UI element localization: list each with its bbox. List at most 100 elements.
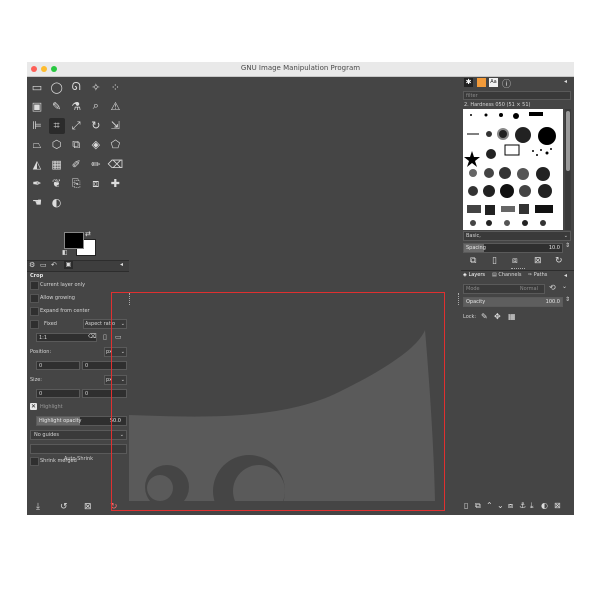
- raise-layer-icon[interactable]: ⌃: [486, 501, 493, 510]
- brush-actions-bar: ⧉ ▯ ⧈ ⊠ ↻: [461, 256, 574, 268]
- channels-tab-icon: ▤: [492, 272, 497, 278]
- crop-selection-rectangle[interactable]: [111, 292, 445, 511]
- position-x-input[interactable]: 0: [36, 361, 80, 370]
- unified-transform-icon[interactable]: ⤢: [68, 118, 84, 134]
- free-select-icon[interactable]: ᘏ: [68, 79, 84, 95]
- lock-position-icon[interactable]: ✥: [494, 312, 501, 321]
- lock-alpha-icon[interactable]: ▦: [508, 312, 516, 321]
- delete-layer-icon[interactable]: ⊠: [554, 501, 561, 510]
- select-by-color-icon[interactable]: ⁘: [107, 79, 123, 95]
- perspective-icon[interactable]: ⏢: [29, 137, 45, 153]
- merge-down-icon[interactable]: ⤓: [530, 501, 534, 511]
- brushes-tab-icon[interactable]: ✱: [464, 78, 473, 87]
- layers-list[interactable]: [461, 325, 574, 499]
- tool-options-tab-icon[interactable]: ⚙: [29, 261, 35, 269]
- spacing-slider[interactable]: Spacing 10.0: [463, 243, 563, 253]
- brush-preset-value: Basic,: [466, 233, 481, 239]
- foreground-select-icon[interactable]: ▣: [29, 98, 45, 114]
- brush-filter-input[interactable]: filter: [463, 91, 571, 100]
- size-w-input[interactable]: 0: [36, 389, 80, 398]
- tab-menu-icon[interactable]: ◂: [564, 78, 567, 85]
- patterns-tab-icon[interactable]: [477, 78, 486, 87]
- duplicate-layer-icon[interactable]: ⧈: [508, 501, 513, 511]
- refresh-brushes-icon[interactable]: ↻: [555, 256, 563, 266]
- lower-layer-icon[interactable]: ⌄: [497, 501, 504, 510]
- images-tab-icon[interactable]: ▣: [64, 261, 73, 269]
- current-layer-only-label: Current layer only: [40, 282, 86, 288]
- help-tab-icon[interactable]: ⓘ: [502, 77, 511, 90]
- tab-paths[interactable]: ✑ Paths: [528, 272, 547, 278]
- highlight-checkbox[interactable]: ✕: [30, 403, 37, 410]
- delete-brush-icon[interactable]: ⊠: [534, 256, 542, 266]
- delete-options-icon[interactable]: ⊠: [84, 502, 92, 512]
- tab-layers[interactable]: ◈ Layers: [463, 272, 485, 278]
- restore-options-icon[interactable]: ↺: [60, 502, 68, 512]
- undo-history-tab-icon[interactable]: ↶: [51, 261, 57, 269]
- dodge-burn-icon[interactable]: ◐: [49, 195, 65, 211]
- chevron-down-icon[interactable]: ⌄: [562, 283, 567, 290]
- heal-icon[interactable]: ✚: [107, 176, 123, 192]
- tab-menu-icon[interactable]: ◂: [564, 272, 567, 279]
- align-icon[interactable]: ⊫: [29, 118, 45, 134]
- gradient-icon[interactable]: ▦: [49, 156, 65, 172]
- layer-mask-icon[interactable]: ◐: [541, 501, 548, 510]
- switch-mode-icon[interactable]: ⟲: [549, 283, 556, 292]
- measure-icon[interactable]: ⚠: [107, 98, 123, 114]
- tab-channels[interactable]: ▤ Channels: [492, 272, 521, 278]
- duplicate-brush-icon[interactable]: ⧈: [512, 256, 518, 266]
- new-layer-icon[interactable]: ▯: [464, 501, 468, 510]
- handle-transform-icon[interactable]: ◈: [88, 137, 104, 153]
- spacing-stepper-icon[interactable]: ⇕: [565, 242, 570, 249]
- scale-icon[interactable]: ⇲: [107, 118, 123, 134]
- save-options-icon[interactable]: ⤓: [36, 502, 40, 512]
- 3d-transform-icon[interactable]: ⬡: [49, 137, 65, 153]
- brush-as-image-icon[interactable]: ⧉: [470, 256, 476, 266]
- fuzzy-select-icon[interactable]: ✧: [88, 79, 104, 95]
- brush-grid-scrollbar[interactable]: [565, 109, 571, 230]
- portrait-icon[interactable]: ▯: [103, 333, 107, 341]
- current-brush-name: 2. Hardness 050 (51 × 51): [464, 102, 531, 108]
- tab-menu-icon[interactable]: ◂: [120, 261, 123, 268]
- clone-icon[interactable]: ⎘: [68, 176, 84, 192]
- pencil-icon[interactable]: ✏: [88, 156, 104, 172]
- brush-preset-select[interactable]: Basic, ⌄: [463, 231, 571, 241]
- warp-transform-icon[interactable]: ⧉: [68, 137, 84, 153]
- clear-ratio-icon[interactable]: ⌫: [88, 333, 96, 340]
- lock-pixels-icon[interactable]: ✎: [481, 312, 488, 321]
- brush-grid-scroll-thumb[interactable]: [566, 111, 570, 171]
- bucket-fill-icon[interactable]: ◭: [29, 156, 45, 172]
- layer-mode-select[interactable]: Mode Normal: [463, 284, 545, 294]
- shrink-merged-checkbox[interactable]: [30, 457, 39, 466]
- ink-icon[interactable]: ✒: [29, 176, 45, 192]
- current-layer-only-checkbox[interactable]: [30, 281, 39, 290]
- expand-from-center-checkbox[interactable]: [30, 307, 39, 316]
- rect-select-icon[interactable]: ▭: [29, 79, 45, 95]
- layer-opacity-slider[interactable]: Opacity 100.0: [463, 297, 563, 307]
- swap-colors-icon[interactable]: ⇄: [85, 230, 91, 238]
- right-dock: ✱ Aa ⓘ ◂ filter 2. Hardness 050 (51 × 51…: [461, 77, 574, 515]
- fixed-checkbox[interactable]: [30, 320, 39, 329]
- zoom-icon[interactable]: ⌕: [88, 98, 104, 114]
- eraser-icon[interactable]: ⌫: [107, 156, 124, 172]
- layer-mode-value: Normal: [519, 286, 538, 292]
- new-brush-icon[interactable]: ▯: [492, 256, 497, 266]
- paintbrush-icon[interactable]: ✐: [68, 156, 84, 172]
- color-picker-icon[interactable]: ⚗: [68, 98, 84, 114]
- default-colors-icon[interactable]: ◧: [62, 249, 68, 256]
- anchor-layer-icon[interactable]: ⚓: [519, 501, 526, 510]
- smudge-icon[interactable]: ☚: [29, 195, 45, 211]
- fonts-tab-icon[interactable]: Aa: [489, 78, 498, 87]
- opacity-stepper-icon[interactable]: ⇕: [565, 296, 570, 303]
- ellipse-select-icon[interactable]: ◯: [49, 79, 65, 95]
- paths-icon[interactable]: ✎: [49, 98, 65, 114]
- device-status-tab-icon[interactable]: ▭: [40, 261, 47, 269]
- foreground-color-swatch[interactable]: [64, 232, 84, 249]
- rotate-icon[interactable]: ↻: [88, 118, 104, 134]
- cage-transform-icon[interactable]: ⬠: [107, 137, 123, 153]
- perspective-clone-icon[interactable]: ⧈: [88, 176, 104, 192]
- mypaint-brush-icon[interactable]: ❦: [49, 176, 65, 192]
- crop-icon[interactable]: ⌗: [48, 117, 65, 134]
- brush-grid[interactable]: [463, 109, 563, 230]
- new-layer-group-icon[interactable]: ⧉: [475, 501, 481, 511]
- allow-growing-checkbox[interactable]: [30, 294, 39, 303]
